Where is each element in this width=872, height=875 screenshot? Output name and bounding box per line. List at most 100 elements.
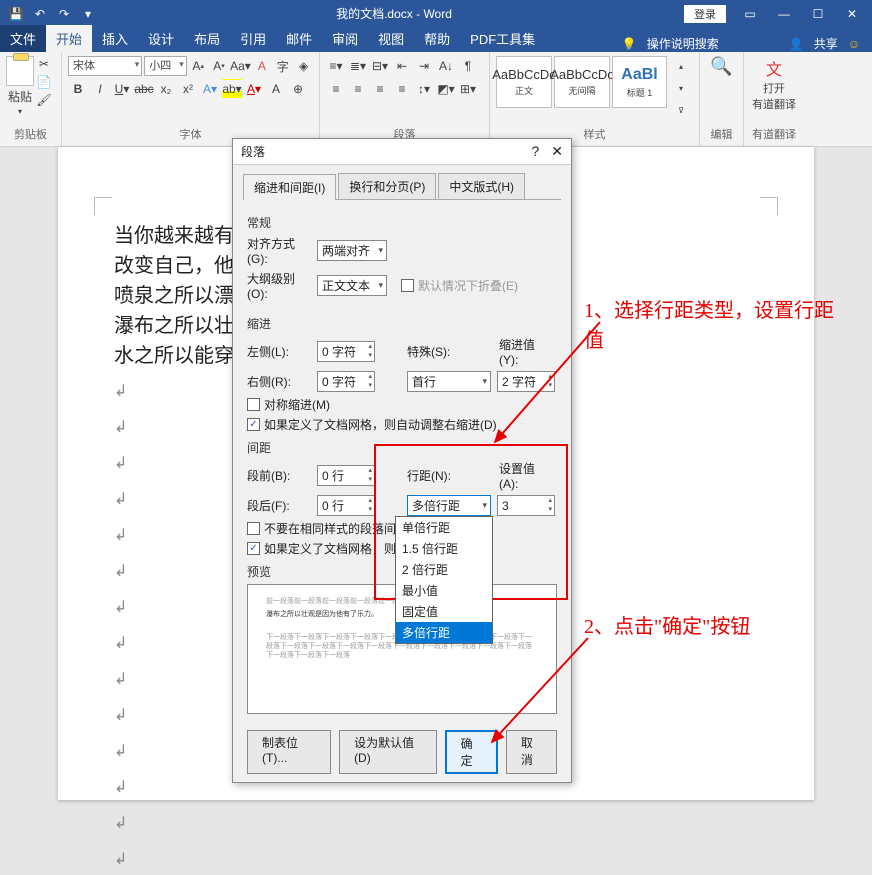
paste-button[interactable]: 粘贴 ▾ <box>6 56 34 116</box>
right-indent-spin[interactable]: 0 字符 <box>317 371 375 392</box>
tab-design[interactable]: 设计 <box>138 25 184 52</box>
style-heading1[interactable]: AaBl 标题 1 <box>612 56 667 108</box>
borders-icon[interactable]: ⊞▾ <box>458 79 478 99</box>
align-center-icon[interactable]: ≡ <box>348 79 368 99</box>
align-left-icon[interactable]: ≡ <box>326 79 346 99</box>
tab-view[interactable]: 视图 <box>368 25 414 52</box>
tab-indent-spacing[interactable]: 缩进和间距(I) <box>243 174 336 200</box>
justify-icon[interactable]: ≡ <box>392 79 412 99</box>
tab-help[interactable]: 帮助 <box>414 25 460 52</box>
ribbon-display-icon[interactable]: ▭ <box>734 3 766 25</box>
edit-label[interactable]: 编辑 <box>706 126 737 144</box>
line-spacing-icon[interactable]: ↕▾ <box>414 79 434 99</box>
font-size-select[interactable]: 小四 <box>144 56 186 76</box>
dropdown-item[interactable]: 1.5 倍行距 <box>396 538 492 559</box>
shading-icon[interactable]: ◩▾ <box>436 79 456 99</box>
login-button[interactable]: 登录 <box>684 5 726 23</box>
nosame-checkbox[interactable] <box>247 522 260 535</box>
setval-spin[interactable]: 3 <box>497 495 555 516</box>
mirror-checkbox[interactable] <box>247 398 260 411</box>
styles-up-icon[interactable]: ▴ <box>671 56 691 76</box>
dropdown-item[interactable]: 单倍行距 <box>396 517 492 538</box>
close-icon[interactable]: ✕ <box>836 3 868 25</box>
ok-button[interactable]: 确定 <box>445 730 498 774</box>
increase-indent-icon[interactable]: ⇥ <box>414 56 434 76</box>
underline-icon[interactable]: U▾ <box>112 79 132 99</box>
dropdown-item[interactable]: 固定值 <box>396 601 492 622</box>
format-painter-icon[interactable]: 🖌 <box>36 92 52 108</box>
before-spin[interactable]: 0 行 <box>317 465 375 486</box>
help-icon[interactable]: ? <box>531 143 539 160</box>
style-no-spacing[interactable]: AaBbCcDc 无间隔 <box>554 56 610 108</box>
grow-font-icon[interactable]: A▴ <box>189 56 208 76</box>
dropdown-item[interactable]: 最小值 <box>396 580 492 601</box>
clear-format-icon[interactable]: 字 <box>273 56 292 76</box>
collapse-checkbox[interactable] <box>401 279 414 292</box>
grid-indent-checkbox[interactable]: ✓ <box>247 418 260 431</box>
bold-icon[interactable]: B <box>68 79 88 99</box>
char-border-icon[interactable]: A <box>266 79 286 99</box>
change-case-icon[interactable]: Aa▾ <box>230 56 250 76</box>
text-effects-icon[interactable]: A▾ <box>200 79 220 99</box>
tab-file[interactable]: 文件 <box>0 25 46 52</box>
dialog-close-icon[interactable]: ✕ <box>551 143 563 160</box>
cut-icon[interactable]: ✂ <box>36 56 52 72</box>
after-spin[interactable]: 0 行 <box>317 495 375 516</box>
tell-me-search[interactable]: 操作说明搜索 <box>647 35 719 52</box>
subscript-icon[interactable]: x₂ <box>156 79 176 99</box>
tab-mailings[interactable]: 邮件 <box>276 25 322 52</box>
bullets-icon[interactable]: ≡▾ <box>326 56 346 76</box>
tab-pdf[interactable]: PDF工具集 <box>460 25 545 52</box>
highlight-icon[interactable]: ab▾ <box>222 79 242 99</box>
phonetic-icon[interactable]: A <box>252 56 271 76</box>
superscript-icon[interactable]: x² <box>178 79 198 99</box>
line-spacing-dropdown[interactable]: 单倍行距 1.5 倍行距 2 倍行距 最小值 固定值 多倍行距 <box>395 516 493 644</box>
shrink-font-icon[interactable]: A▾ <box>210 56 229 76</box>
undo-icon[interactable]: ↶ <box>30 4 50 24</box>
tab-layout[interactable]: 布局 <box>184 25 230 52</box>
left-indent-spin[interactable]: 0 字符 <box>317 341 375 362</box>
tab-review[interactable]: 审阅 <box>322 25 368 52</box>
tabstops-button[interactable]: 制表位(T)... <box>247 730 331 774</box>
sort-icon[interactable]: A↓ <box>436 56 456 76</box>
tab-asian-typography[interactable]: 中文版式(H) <box>438 173 525 199</box>
outline-select[interactable]: 正文文本 <box>317 275 387 296</box>
dropdown-item[interactable]: 2 倍行距 <box>396 559 492 580</box>
maximize-icon[interactable]: ☐ <box>802 3 834 25</box>
dialog-titlebar[interactable]: 段落 ? ✕ <box>233 139 571 165</box>
alignment-select[interactable]: 两端对齐 <box>317 240 387 261</box>
style-normal[interactable]: AaBbCcDc 正文 <box>496 56 552 108</box>
save-icon[interactable]: 💾 <box>6 4 26 24</box>
tab-references[interactable]: 引用 <box>230 25 276 52</box>
styles-more-icon[interactable]: ⊽ <box>671 100 691 120</box>
italic-icon[interactable]: I <box>90 79 110 99</box>
dropdown-item-selected[interactable]: 多倍行距 <box>396 622 492 643</box>
minimize-icon[interactable]: — <box>768 3 800 25</box>
face-icon[interactable]: ☺ <box>848 37 860 51</box>
copy-icon[interactable]: 📄 <box>36 74 52 90</box>
indent-value-spin[interactable]: 2 字符 <box>497 371 555 392</box>
special-select[interactable]: 首行 <box>407 371 491 392</box>
font-color-icon[interactable]: A▾ <box>244 79 264 99</box>
tab-line-page-breaks[interactable]: 换行和分页(P) <box>338 173 436 199</box>
char-shading-icon[interactable]: ⊕ <box>288 79 308 99</box>
tab-insert[interactable]: 插入 <box>92 25 138 52</box>
set-default-button[interactable]: 设为默认值(D) <box>339 730 437 774</box>
decrease-indent-icon[interactable]: ⇤ <box>392 56 412 76</box>
line-spacing-select[interactable]: 多倍行距 <box>407 495 491 516</box>
share-button[interactable]: 共享 <box>814 35 838 52</box>
align-right-icon[interactable]: ≡ <box>370 79 390 99</box>
document-body[interactable]: 当你越来越有 改变自己，他 喷泉之所以漂 瀑布之所以壮 水之所以能穿 ↲ ↲ ↲… <box>114 221 234 875</box>
show-marks-icon[interactable]: ¶ <box>458 56 478 76</box>
redo-icon[interactable]: ↷ <box>54 4 74 24</box>
grid-space-checkbox[interactable]: ✓ <box>247 542 260 555</box>
tab-home[interactable]: 开始 <box>46 25 92 52</box>
qat-dropdown-icon[interactable]: ▾ <box>78 4 98 24</box>
strikethrough-icon[interactable]: abc <box>134 79 154 99</box>
cancel-button[interactable]: 取消 <box>506 730 557 774</box>
multilevel-icon[interactable]: ⊟▾ <box>370 56 390 76</box>
styles-down-icon[interactable]: ▾ <box>671 78 691 98</box>
enclose-icon[interactable]: ◈ <box>294 56 313 76</box>
font-name-select[interactable]: 宋体 <box>68 56 142 76</box>
numbering-icon[interactable]: ≣▾ <box>348 56 368 76</box>
